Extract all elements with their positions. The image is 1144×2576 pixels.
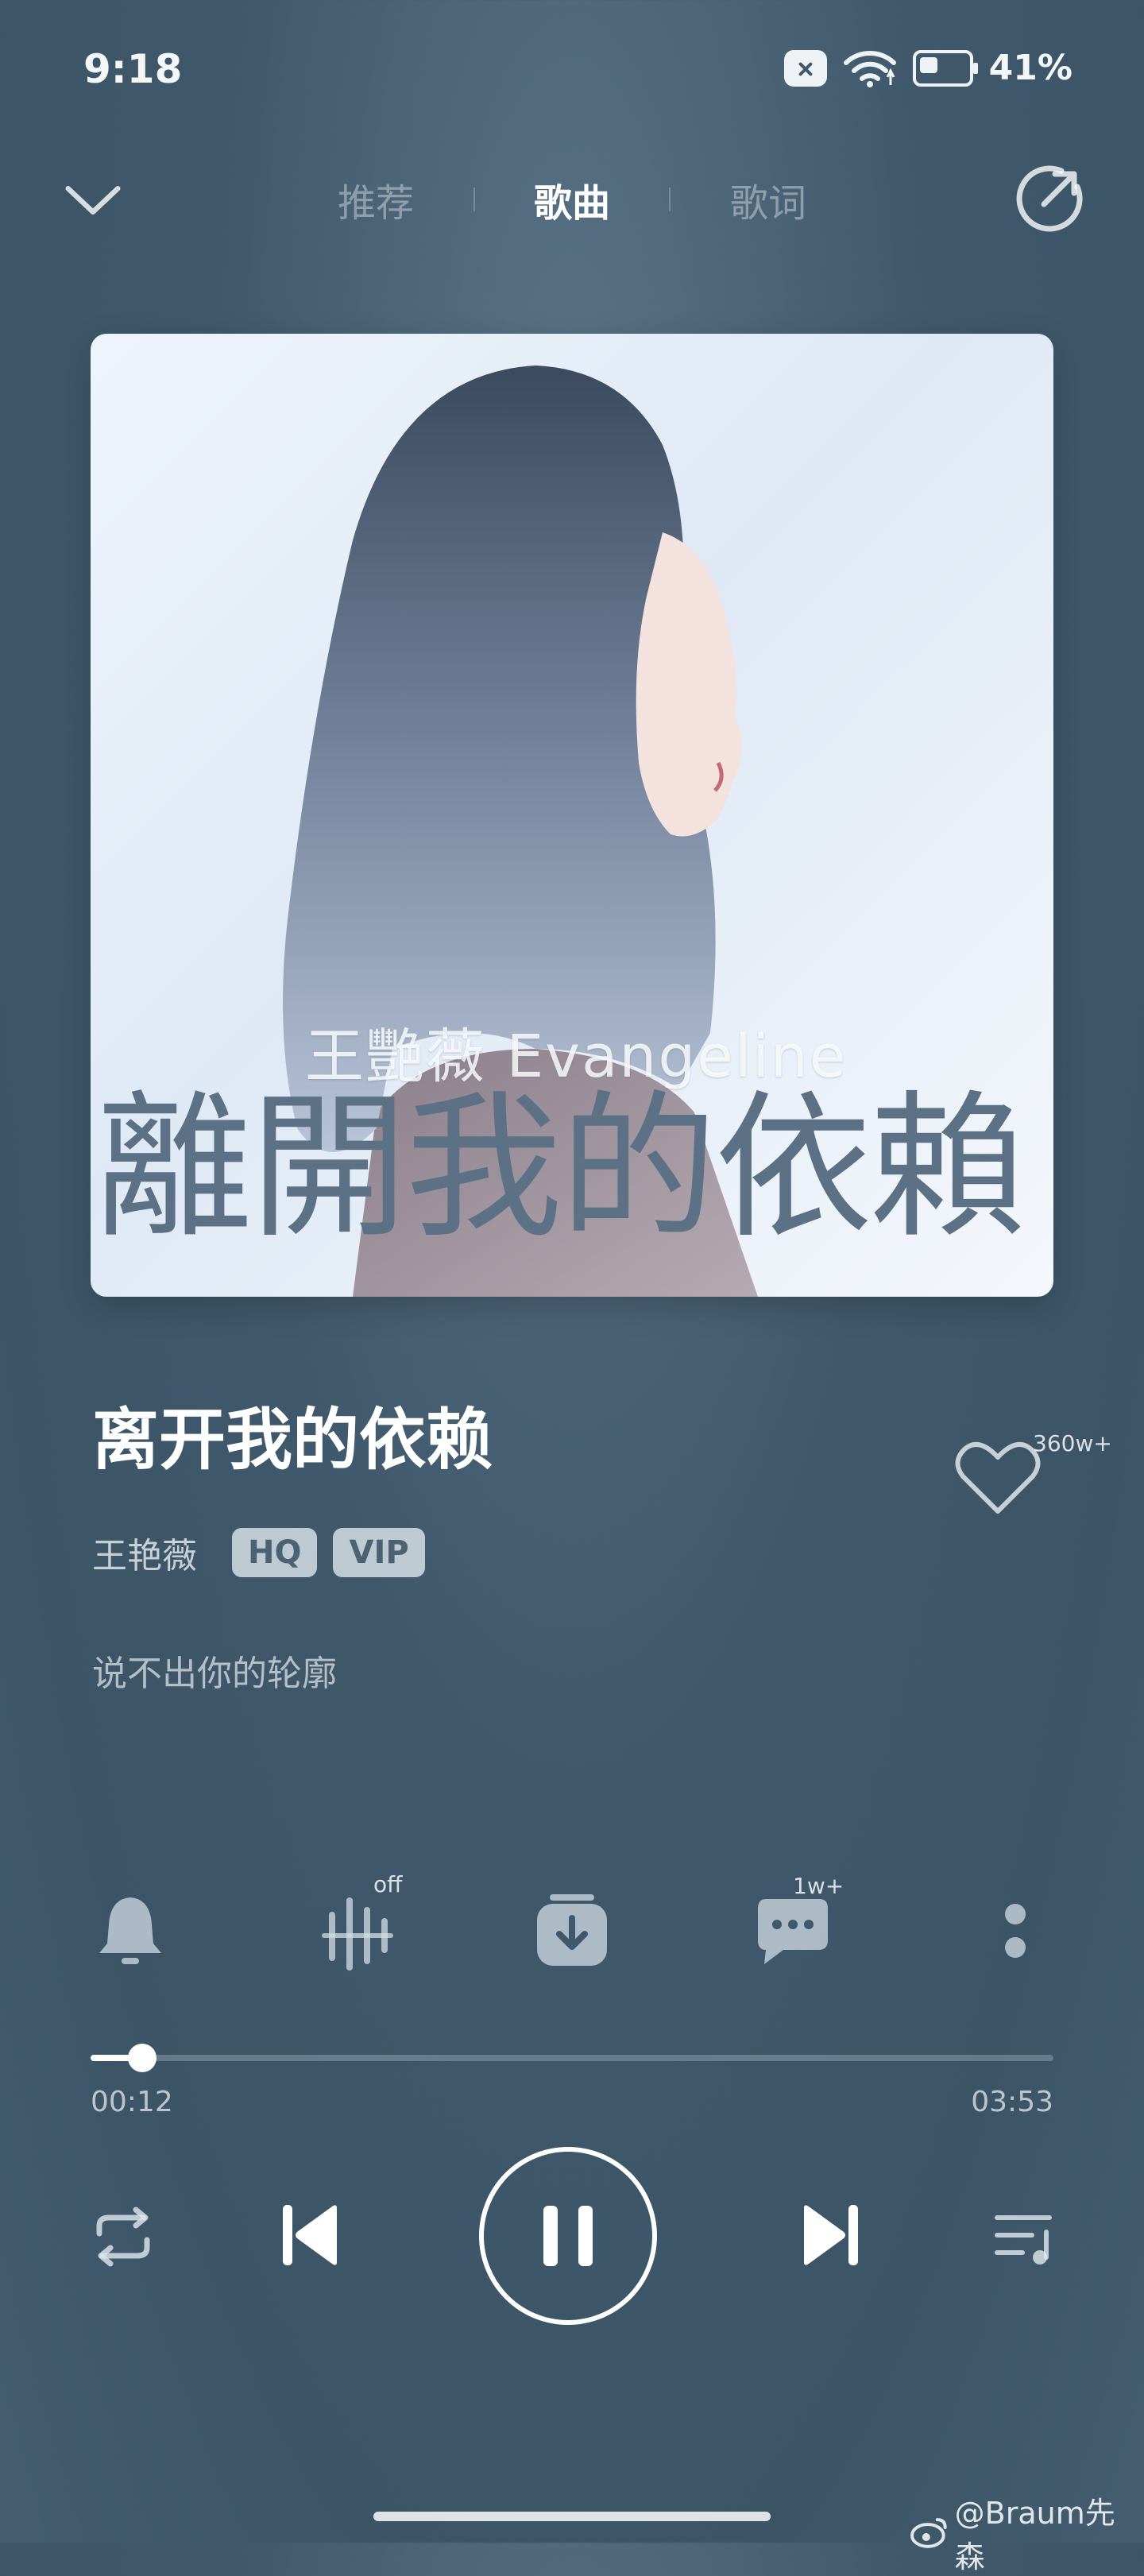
- album-art-title: 離開我的依賴: [95, 1076, 1027, 1259]
- status-icons: 41%: [783, 48, 1072, 88]
- sound-effect-icon: [322, 1897, 393, 1971]
- collapse-button[interactable]: [65, 172, 121, 228]
- playlist-icon: [995, 2215, 1052, 2265]
- like-button[interactable]: 360w+: [953, 1421, 1112, 1524]
- tab-divider: [669, 188, 671, 211]
- current-time: 00:12: [91, 2086, 173, 2118]
- watermark-text: @Braum先森: [954, 2496, 1115, 2574]
- more-icon: [1005, 1904, 1026, 1958]
- current-lyric[interactable]: 说不出你的轮廓: [92, 1645, 337, 1696]
- sound-effect-state: off: [373, 1871, 403, 1897]
- tab-recommend[interactable]: 推荐: [338, 172, 414, 227]
- tab-song[interactable]: 歌曲: [534, 172, 610, 227]
- heart-icon: [955, 1441, 1041, 1514]
- album-art[interactable]: 王艷薇 Evangeline 離開我的依賴: [91, 334, 1053, 1297]
- comment-icon: [758, 1899, 828, 1964]
- weibo-icon: [910, 2518, 947, 2548]
- status-time: 9:18: [83, 46, 183, 92]
- artist-name[interactable]: 王艳薇: [92, 1527, 197, 1578]
- playlist-button[interactable]: [990, 2203, 1061, 2274]
- download-button[interactable]: [508, 1871, 636, 1990]
- more-button[interactable]: [952, 1871, 1079, 1990]
- like-count: 360w+: [1033, 1430, 1112, 1456]
- artist-row: 王艳薇 HQ VIP: [92, 1527, 425, 1578]
- pause-button[interactable]: [479, 2147, 657, 2325]
- home-indicator[interactable]: [373, 2512, 771, 2521]
- progress-bar[interactable]: [91, 2044, 1053, 2072]
- status-bar: 9:18 41%: [0, 0, 1144, 143]
- repeat-icon: [96, 2207, 150, 2267]
- tab-divider: [473, 188, 475, 211]
- song-title: 离开我的依赖: [92, 1401, 493, 1479]
- tab-bar: 推荐 歌曲 歌词: [338, 168, 806, 231]
- progress-thumb[interactable]: [128, 2044, 157, 2072]
- bell-icon: [99, 1897, 161, 1964]
- ringtone-button[interactable]: [67, 1871, 194, 1990]
- notification-close-icon: [783, 49, 827, 87]
- battery-icon: [912, 49, 978, 87]
- hq-badge: HQ: [232, 1528, 318, 1577]
- share-icon: [1016, 165, 1083, 232]
- vip-badge: VIP: [333, 1528, 425, 1577]
- watermark: @Braum先森: [910, 2489, 1144, 2576]
- next-button[interactable]: [799, 2199, 863, 2271]
- top-nav: 推荐 歌曲 歌词: [0, 163, 1144, 234]
- comment-button[interactable]: 1w+: [729, 1871, 856, 1990]
- tab-lyrics[interactable]: 歌词: [730, 172, 806, 227]
- pause-icon: [543, 2206, 593, 2266]
- previous-icon: [283, 2205, 337, 2265]
- battery-level: [919, 56, 937, 73]
- previous-button[interactable]: [278, 2199, 342, 2271]
- action-row: off 1w+: [0, 1871, 1144, 1990]
- share-button[interactable]: [1015, 164, 1084, 233]
- total-time: 03:53: [971, 2086, 1053, 2118]
- wifi-icon: [843, 50, 896, 87]
- comment-count: 1w+: [793, 1873, 844, 1899]
- download-icon: [537, 1894, 607, 1966]
- chevron-down-icon: [65, 186, 121, 215]
- next-icon: [804, 2205, 858, 2265]
- repeat-button[interactable]: [87, 2201, 159, 2272]
- battery-percent: 41%: [988, 48, 1072, 88]
- sound-effect-button[interactable]: off: [294, 1871, 421, 1990]
